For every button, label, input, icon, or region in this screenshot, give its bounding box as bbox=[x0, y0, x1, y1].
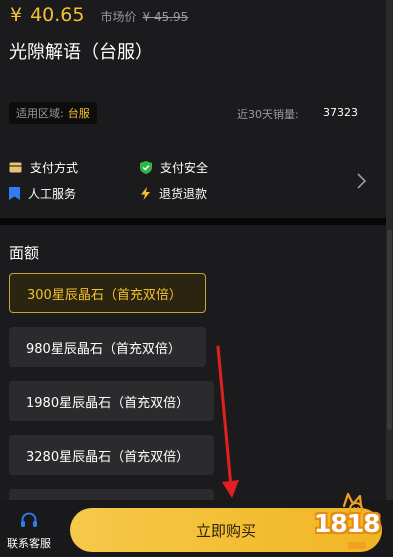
feature-label: 支付方式 bbox=[30, 161, 79, 175]
option-label: 3280星辰晶石（首充双倍） bbox=[26, 449, 190, 465]
region-label: 适用区域: bbox=[16, 107, 64, 120]
option-980[interactable]: 980星辰晶石（首充双倍） bbox=[9, 327, 206, 367]
feature-label: 人工服务 bbox=[28, 187, 77, 201]
scrollbar-thumb[interactable] bbox=[387, 230, 392, 430]
option-300[interactable]: 300星辰晶石（首充双倍） bbox=[9, 273, 206, 313]
option-3280[interactable]: 3280星辰晶石（首充双倍） bbox=[9, 435, 214, 475]
sales-value: 37323 bbox=[323, 106, 358, 119]
price-symbol: ¥ bbox=[10, 4, 23, 26]
card-icon bbox=[9, 162, 22, 173]
section-divider bbox=[0, 218, 386, 225]
denomination-title: 面额 bbox=[9, 244, 40, 262]
customer-service-label: 联系客服 bbox=[7, 537, 51, 550]
shield-icon bbox=[140, 161, 152, 174]
market-price-value: ¥ 45.95 bbox=[142, 10, 189, 24]
headset-icon bbox=[21, 512, 37, 527]
product-title: 光隙解语（台服） bbox=[9, 42, 153, 63]
chevron-right-icon[interactable] bbox=[354, 172, 368, 190]
region-value: 台服 bbox=[67, 107, 90, 120]
price-value: 40.65 bbox=[30, 4, 85, 26]
bookmark-icon bbox=[9, 187, 20, 200]
feature-payment-security[interactable]: 支付安全 bbox=[140, 159, 208, 176]
watermark-text: 1818 bbox=[314, 509, 381, 538]
buy-now-label: 立即购买 bbox=[195, 521, 256, 540]
feature-payment-method[interactable]: 支付方式 bbox=[9, 159, 78, 176]
customer-service-button[interactable]: 联系客服 bbox=[0, 512, 58, 551]
feature-label: 支付安全 bbox=[160, 161, 209, 175]
feature-refund[interactable]: 退货退款 bbox=[140, 185, 207, 202]
option-label: 1980星辰晶石（首充双倍） bbox=[26, 395, 190, 411]
sales-label: 近30天销量: bbox=[237, 108, 299, 121]
option-1980[interactable]: 1980星辰晶石（首充双倍） bbox=[9, 381, 214, 421]
market-price-label: 市场价 bbox=[100, 10, 137, 24]
region-tag: 适用区域: 台服 bbox=[9, 102, 97, 124]
feature-label: 退货退款 bbox=[159, 187, 208, 201]
price-row: ¥ 40.65 市场价 ¥ 45.95 bbox=[10, 4, 188, 30]
product-page: ¥ 40.65 市场价 ¥ 45.95 光隙解语（台服） 适用区域: 台服 近3… bbox=[0, 0, 393, 557]
option-label: 980星辰晶石（首充双倍） bbox=[26, 341, 181, 357]
lightning-icon bbox=[141, 187, 150, 200]
option-label: 300星辰晶石（首充双倍） bbox=[27, 287, 182, 303]
feature-manual-service[interactable]: 人工服务 bbox=[9, 185, 76, 202]
